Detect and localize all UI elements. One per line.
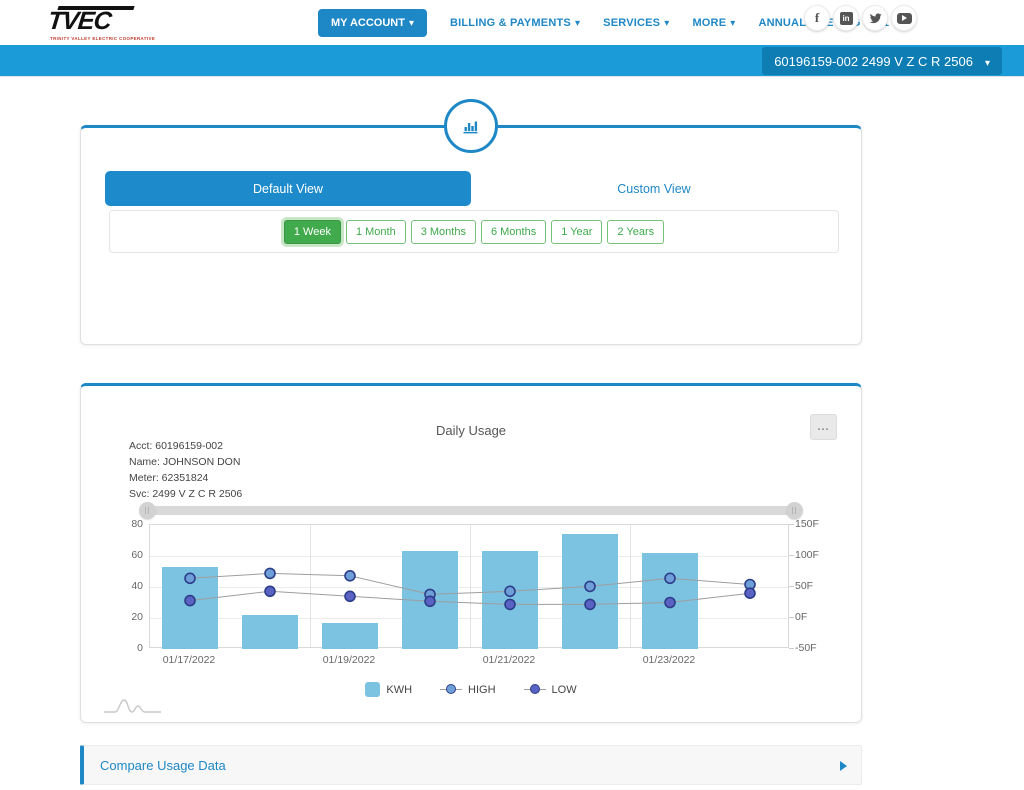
x-axis-tick: 01/23/2022 [624, 654, 714, 666]
legend-label: KWH [386, 684, 412, 696]
low-marker[interactable] [425, 596, 435, 606]
account-selector-dropdown[interactable]: 60196159-002 2499 V Z C R 2506 [762, 47, 1002, 75]
low-marker[interactable] [505, 599, 515, 609]
tab-custom-view[interactable]: Custom View [471, 171, 837, 206]
high-marker[interactable] [585, 581, 595, 591]
bar-chart-icon [444, 99, 498, 153]
nav-more[interactable]: MORE [692, 17, 735, 29]
compare-usage-data-expander[interactable]: Compare Usage Data [80, 745, 862, 785]
site-header: TVEC TRINITY VALLEY ELECTRIC COOPERATIVE… [0, 0, 1024, 45]
page: TVEC TRINITY VALLEY ELECTRIC COOPERATIVE… [0, 0, 1024, 790]
range-6-months[interactable]: 6 Months [481, 220, 546, 244]
low-marker[interactable] [745, 588, 755, 598]
info-meter: Meter: 62351824 [129, 470, 242, 486]
twitter-icon[interactable] [862, 5, 888, 31]
low-marker[interactable] [265, 586, 275, 596]
slider-handle-right[interactable] [786, 502, 803, 519]
nav-label: MORE [692, 17, 726, 29]
nav-label: BILLING & PAYMENTS [450, 17, 571, 29]
youtube-icon[interactable] [891, 5, 917, 31]
y-axis-tick: 60 [97, 549, 143, 561]
nav-services[interactable]: SERVICES [603, 17, 669, 29]
legend-item-low[interactable]: LOW [524, 684, 577, 696]
chart-title: Daily Usage [81, 423, 861, 438]
x-axis-tick: 01/21/2022 [464, 654, 554, 666]
y-axis-tick: 40 [97, 580, 143, 592]
view-tabs: Default View Custom View [105, 171, 837, 206]
selected-account: 60196159-002 2499 V Z C R 2506 [774, 54, 973, 69]
range-1-year[interactable]: 1 Year [551, 220, 602, 244]
tab-default-view[interactable]: Default View [105, 171, 471, 206]
temp-axis-tick: -50F [795, 642, 841, 654]
temp-axis-tick: 50F [795, 580, 841, 592]
youtube-play-glyph [897, 13, 912, 24]
account-info: Acct: 60196159-002 Name: JOHNSON DON Met… [129, 438, 242, 502]
high-marker[interactable] [345, 571, 355, 581]
info-acct: Acct: 60196159-002 [129, 438, 242, 454]
nav-billing-payments[interactable]: BILLING & PAYMENTS [450, 17, 580, 29]
chart-menu-button[interactable]: ... [810, 414, 837, 440]
account-bar: 60196159-002 2499 V Z C R 2506 [0, 45, 1024, 77]
slider-handle-left[interactable] [139, 502, 156, 519]
low-marker[interactable] [345, 591, 355, 601]
y-axis-tick: 20 [97, 611, 143, 623]
date-range-group: 1 Week 1 Month 3 Months 6 Months 1 Year … [109, 210, 839, 253]
caret-down-icon [981, 54, 990, 69]
range-1-week[interactable]: 1 Week [284, 220, 341, 244]
logo-subtitle: TRINITY VALLEY ELECTRIC COOPERATIVE [50, 36, 155, 41]
legend-item-high[interactable]: HIGH [440, 684, 496, 696]
social-links [804, 5, 917, 31]
x-axis-tick: 01/19/2022 [304, 654, 394, 666]
expand-arrow-icon [840, 761, 847, 771]
info-name: Name: JOHNSON DON [129, 454, 242, 470]
y-axis-tick: 80 [97, 518, 143, 530]
zoom-slider-track[interactable] [147, 506, 795, 515]
temp-axis-tick: 100F [795, 549, 841, 561]
nav-label: SERVICES [603, 17, 660, 29]
y-axis-tick: 0 [97, 642, 143, 654]
high-marker[interactable] [185, 573, 195, 583]
low-marker[interactable] [585, 599, 595, 609]
range-1-month[interactable]: 1 Month [346, 220, 406, 244]
facebook-icon[interactable] [804, 5, 830, 31]
chart-plot-area [149, 524, 789, 648]
low-marker[interactable] [665, 598, 675, 608]
view-selection-card: Default View Custom View 1 Week 1 Month … [80, 125, 862, 345]
legend-item-kwh[interactable]: KWH [365, 682, 412, 697]
x-axis-tick: 01/17/2022 [144, 654, 234, 666]
line-series [150, 525, 790, 649]
high-marker[interactable] [265, 568, 275, 578]
daily-usage-card: Daily Usage ... Acct: 60196159-002 Name:… [80, 383, 862, 723]
range-3-months[interactable]: 3 Months [411, 220, 476, 244]
navigator-sparkline-icon[interactable] [101, 696, 171, 716]
info-svc: Svc: 2499 V Z C R 2506 [129, 486, 242, 502]
nav-my-account[interactable]: MY ACCOUNT [318, 9, 427, 37]
range-2-years[interactable]: 2 Years [607, 220, 664, 244]
tvec-logo[interactable]: TVEC TRINITY VALLEY ELECTRIC COOPERATIVE [46, 3, 141, 43]
kwh-swatch [365, 682, 380, 697]
legend-label: HIGH [468, 684, 496, 696]
high-marker[interactable] [505, 586, 515, 596]
linkedin-icon[interactable] [833, 5, 859, 31]
temp-axis-tick: 150F [795, 518, 841, 530]
logo-title: TVEC [46, 7, 112, 36]
nav-label: MY ACCOUNT [331, 17, 405, 29]
chart-legend: KWH HIGH LOW [81, 682, 861, 697]
low-marker-glyph [524, 689, 546, 690]
high-marker[interactable] [665, 573, 675, 583]
compare-label: Compare Usage Data [100, 758, 226, 773]
legend-label: LOW [552, 684, 577, 696]
high-marker-glyph [440, 689, 462, 690]
temp-axis-tick: 0F [795, 611, 841, 623]
low-marker[interactable] [185, 596, 195, 606]
